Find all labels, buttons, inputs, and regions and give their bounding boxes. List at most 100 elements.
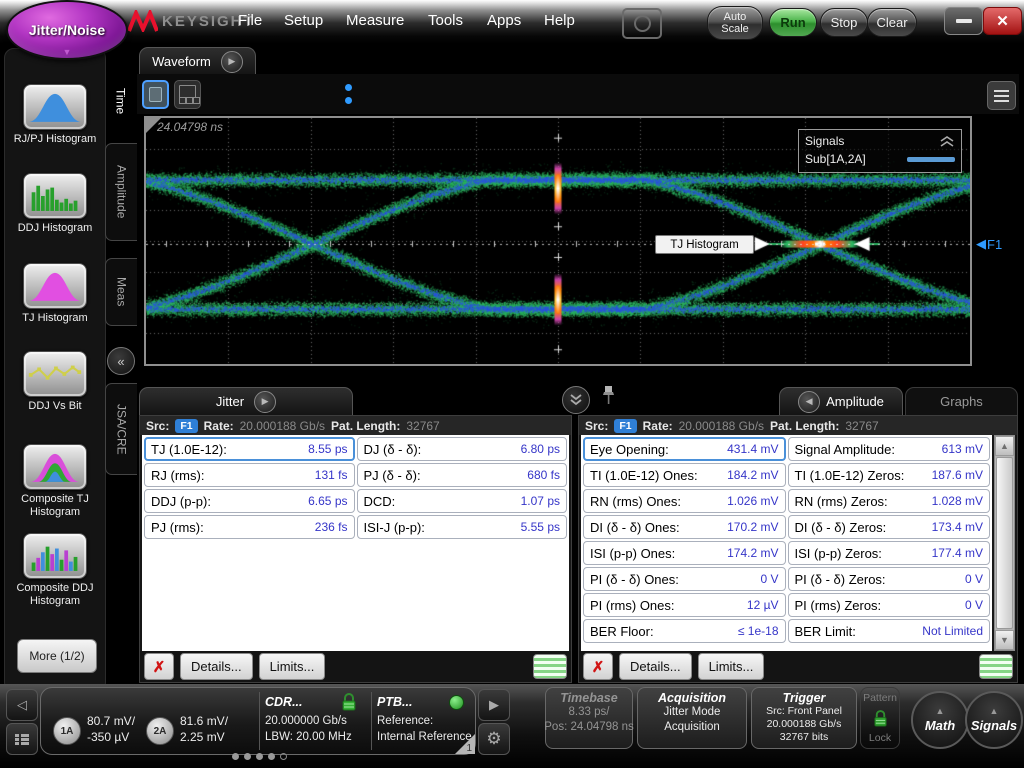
menu-file[interactable]: File: [238, 12, 262, 29]
channel-2a-readout[interactable]: 81.6 mV/ 2.25 mV: [180, 713, 228, 745]
single-view-button[interactable]: [142, 80, 169, 109]
screenshot-camera-button[interactable]: [622, 8, 662, 39]
menu-tools[interactable]: Tools: [428, 12, 463, 29]
measurement-row[interactable]: DJ (δ - δ):6.80 ps: [357, 437, 568, 461]
measurement-row[interactable]: RJ (rms):131 fs: [144, 463, 355, 487]
app-logo[interactable]: Jitter/Noise ▼: [6, 0, 128, 60]
menu-setup[interactable]: Setup: [284, 12, 323, 29]
tab-jitter[interactable]: Jitter ▶: [139, 387, 353, 415]
measurement-row[interactable]: DI (δ - δ) Ones:170.2 mV: [583, 515, 786, 539]
signals-legend[interactable]: Signals Sub[1A,2A]: [798, 129, 962, 173]
jitter-details-button[interactable]: Details...: [180, 653, 253, 680]
tab-jsa-cre[interactable]: JSA/CRE: [105, 383, 137, 475]
minimize-button[interactable]: [944, 7, 983, 35]
measurement-row[interactable]: PJ (rms):236 fs: [144, 515, 355, 539]
close-button[interactable]: ✕: [983, 7, 1022, 35]
drag-handle-icon[interactable]: [345, 84, 352, 104]
menu-help[interactable]: Help: [544, 12, 575, 29]
rj-pj-histogram-icon: [23, 84, 87, 130]
amplitude-histogram-view-button[interactable]: [979, 654, 1013, 679]
measurement-row[interactable]: RN (rms) Zeros:1.028 mV: [788, 489, 991, 513]
acquisition-status-block[interactable]: Acquisition Jitter Mode Acquisition: [637, 687, 747, 749]
sidebar-item-composite-ddj-histogram[interactable]: Composite DDJ Histogram: [5, 533, 105, 608]
channel-2a-button[interactable]: 2A: [146, 717, 174, 745]
jitter-delete-button[interactable]: ✗: [144, 653, 174, 680]
pattern-lock-block[interactable]: Pattern Lock: [860, 687, 900, 749]
scrollbar-thumb[interactable]: [996, 457, 1013, 629]
channel-1a-readout[interactable]: 80.7 mV/ -350 µV: [87, 713, 135, 745]
scroll-down-icon[interactable]: ▼: [995, 630, 1014, 650]
tab-amplitude[interactable]: ◀ Amplitude: [779, 387, 903, 415]
sidebar-item-composite-tj-histogram[interactable]: Composite TJ Histogram: [5, 444, 105, 519]
auto-scale-button[interactable]: AutoScale: [707, 6, 763, 40]
legend-collapse-icon[interactable]: [939, 136, 955, 147]
grid-view-button[interactable]: [174, 80, 201, 109]
measurement-value: 6.65 ps: [308, 494, 347, 508]
scroll-panels-left-button[interactable]: ◁: [6, 689, 38, 721]
measurement-row[interactable]: PI (δ - δ) Ones:0 V: [583, 567, 786, 591]
tab-waveform[interactable]: Waveform ▶: [139, 47, 256, 75]
menu-measure[interactable]: Measure: [346, 12, 404, 29]
jitter-tab-menu-icon[interactable]: ▶: [254, 391, 276, 413]
measurement-row[interactable]: TI (1.0E-12) Zeros:187.6 mV: [788, 463, 991, 487]
amplitude-limits-button[interactable]: Limits...: [698, 653, 765, 680]
measurement-row[interactable]: TJ (1.0E-12):8.55 ps: [144, 437, 355, 461]
amplitude-tab-menu-icon[interactable]: ◀: [798, 391, 820, 413]
panel-layout-button[interactable]: [6, 723, 38, 755]
f1-source-marker[interactable]: ◀ F1: [976, 236, 1002, 252]
channel-1a-button[interactable]: 1A: [53, 717, 81, 745]
more-button[interactable]: More (1/2): [17, 639, 97, 673]
signals-button[interactable]: ▲ Signals: [965, 691, 1023, 749]
run-button[interactable]: Run: [769, 8, 817, 37]
measurement-label: DI (δ - δ) Ones:: [590, 520, 680, 535]
settings-button[interactable]: ⚙: [478, 723, 510, 755]
measurement-row[interactable]: DI (δ - δ) Zeros:173.4 mV: [788, 515, 991, 539]
jitter-histogram-view-button[interactable]: [533, 654, 567, 679]
clear-button[interactable]: Clear: [867, 8, 917, 37]
collapse-results-button[interactable]: [562, 386, 590, 414]
sidebar-item-ddj-vs-bit[interactable]: DDJ Vs Bit: [5, 351, 105, 413]
measurement-row[interactable]: BER Floor:≤ 1e-18: [583, 619, 786, 643]
tab-time[interactable]: Time: [105, 75, 136, 127]
measurement-row[interactable]: ISI-J (p-p):5.55 ps: [357, 515, 568, 539]
measurement-row[interactable]: TI (1.0E-12) Ones:184.2 mV: [583, 463, 786, 487]
scroll-panels-right-button[interactable]: ▶: [478, 689, 510, 721]
amplitude-details-button[interactable]: Details...: [619, 653, 692, 680]
sidebar-collapse-button[interactable]: «: [107, 347, 135, 375]
tj-histogram-marker-label[interactable]: TJ Histogram: [655, 235, 754, 254]
measurement-row[interactable]: ISI (p-p) Ones:174.2 mV: [583, 541, 786, 565]
pin-panel-button[interactable]: [602, 385, 615, 412]
tab-amplitude-side[interactable]: Amplitude: [105, 143, 137, 241]
amplitude-src-badge[interactable]: F1: [614, 419, 636, 433]
jitter-src-badge[interactable]: F1: [175, 419, 197, 433]
measurement-row[interactable]: BER Limit:Not Limited: [788, 619, 991, 643]
jitter-limits-button[interactable]: Limits...: [259, 653, 326, 680]
waveform-tab-menu-icon[interactable]: ▶: [221, 51, 243, 73]
measurement-row[interactable]: PJ (δ - δ):680 fs: [357, 463, 568, 487]
measurement-value: 680 fs: [527, 468, 560, 482]
sidebar-item-ddj-histogram[interactable]: DDJ Histogram: [5, 173, 105, 235]
measurement-row[interactable]: PI (δ - δ) Zeros:0 V: [788, 567, 991, 591]
stop-button[interactable]: Stop: [820, 8, 868, 37]
scroll-up-icon[interactable]: ▲: [995, 436, 1014, 456]
timebase-status-block[interactable]: Timebase 8.33 ps/ Pos: 24.04798 ns: [545, 687, 633, 749]
tab-graphs[interactable]: Graphs: [905, 387, 1018, 415]
amplitude-scrollbar[interactable]: ▲ ▼: [994, 435, 1015, 651]
trigger-status-block[interactable]: Trigger Src: Front Panel 20.000188 Gb/s …: [751, 687, 857, 749]
tab-meas[interactable]: Meas: [105, 258, 137, 326]
plot-menu-button[interactable]: [987, 81, 1016, 110]
sidebar-item-rj-pj-histogram[interactable]: RJ/PJ Histogram: [5, 84, 105, 146]
panel-page-dots: [232, 753, 287, 760]
measurement-row[interactable]: PI (rms) Ones:12 µV: [583, 593, 786, 617]
measurement-row[interactable]: DDJ (p-p):6.65 ps: [144, 489, 355, 513]
measurement-row[interactable]: Signal Amplitude:613 mV: [788, 437, 991, 461]
measurement-row[interactable]: Eye Opening:431.4 mV: [583, 437, 786, 461]
math-button[interactable]: ▲ Math: [911, 691, 969, 749]
amplitude-delete-button[interactable]: ✗: [583, 653, 613, 680]
measurement-row[interactable]: PI (rms) Zeros:0 V: [788, 593, 991, 617]
sidebar-item-tj-histogram[interactable]: TJ Histogram: [5, 263, 105, 325]
menu-apps[interactable]: Apps: [487, 12, 521, 29]
measurement-row[interactable]: DCD:1.07 ps: [357, 489, 568, 513]
measurement-row[interactable]: ISI (p-p) Zeros:177.4 mV: [788, 541, 991, 565]
measurement-row[interactable]: RN (rms) Ones:1.026 mV: [583, 489, 786, 513]
